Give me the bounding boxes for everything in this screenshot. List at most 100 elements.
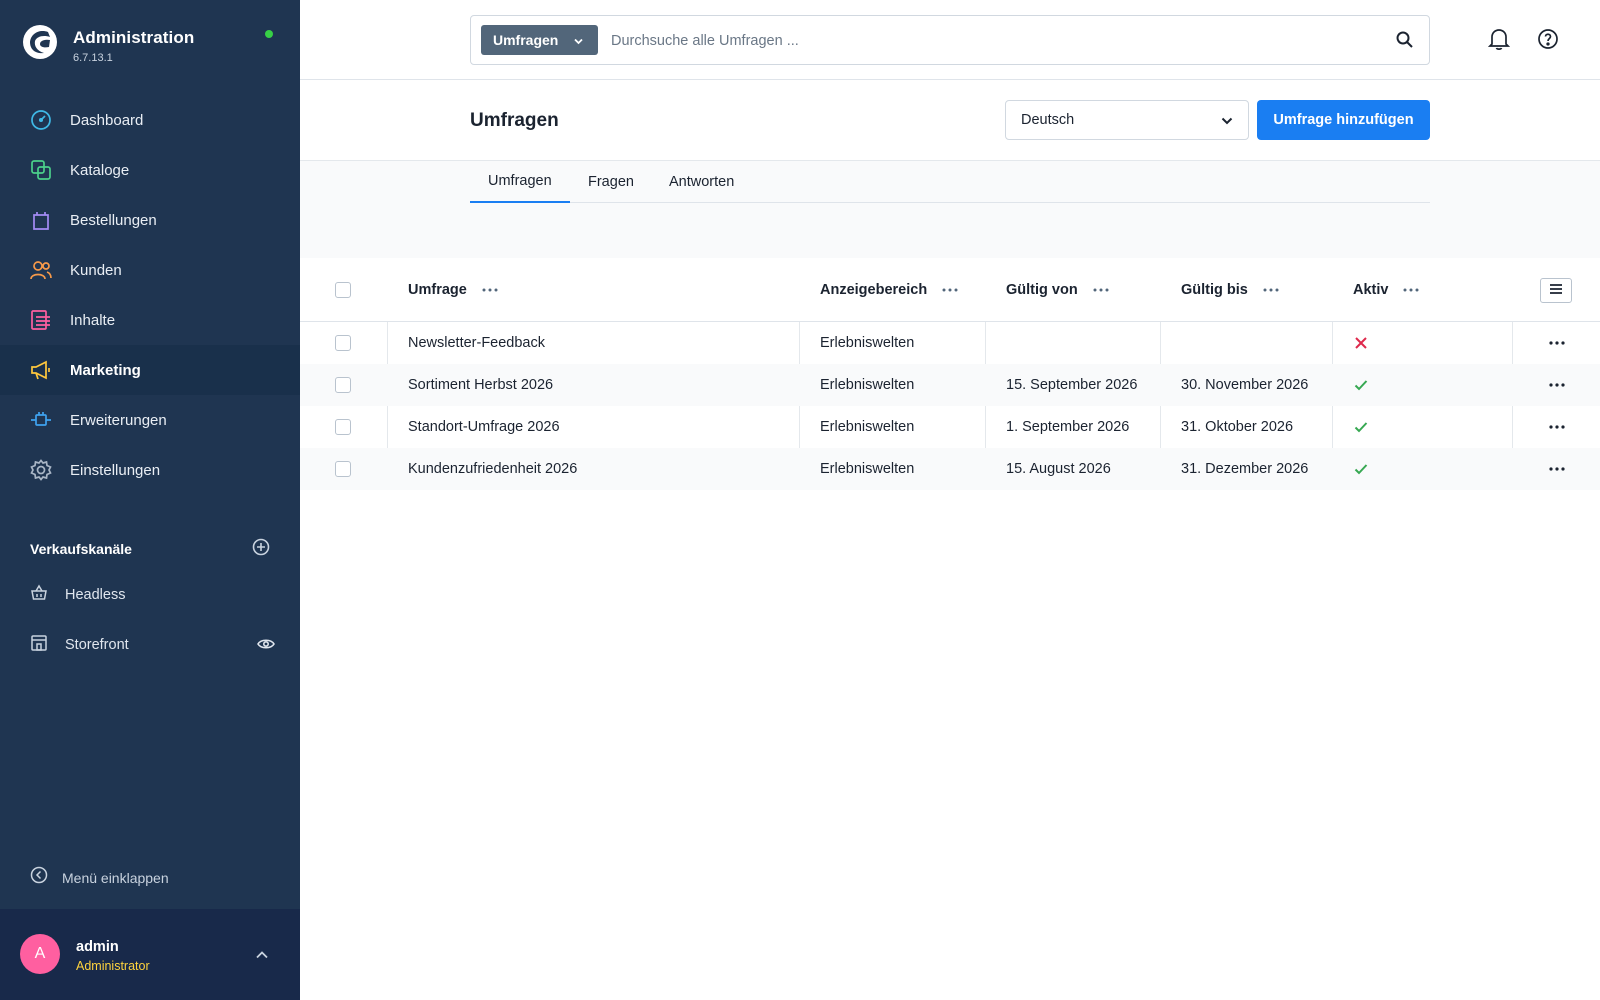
row-actions-icon[interactable] [1549,406,1565,448]
add-survey-button[interactable]: Umfrage hinzufügen [1257,100,1430,140]
tab-bar: Umfragen Fragen Antworten [470,161,1430,203]
table-row[interactable]: Newsletter-Feedback Erlebniswelten [300,322,1600,364]
sidebar-item-label: Inhalte [70,311,116,329]
sidebar-item-label: Dashboard [70,111,144,129]
cell-survey-name[interactable]: Kundenzufriedenheit 2026 [408,448,577,490]
help-icon[interactable] [1537,28,1559,55]
checkmark-icon [1354,406,1368,448]
cell-survey-name[interactable]: Newsletter-Feedback [408,322,545,364]
sales-channel-label: Storefront [65,637,129,653]
cell-display-area: Erlebniswelten [820,419,915,435]
cell-valid-from: 15. August 2026 [1006,461,1111,477]
status-indicator [265,30,273,38]
table-header: Umfrage Anzeigebereich Gültig von Gültig… [300,258,1600,322]
sidebar-item-erweiterungen[interactable]: Erweiterungen [0,395,300,445]
cell-survey-name[interactable]: Sortiment Herbst 2026 [408,364,553,406]
cell-valid-to: 30. November 2026 [1181,377,1309,393]
language-select-value: Deutsch [1021,112,1075,128]
app-title: Administration [73,28,195,47]
customers-icon [30,259,52,281]
cell-survey-name[interactable]: Standort-Umfrage 2026 [408,406,560,448]
column-header-anzeigebereich[interactable]: Anzeigebereich [820,258,958,321]
sidebar-item-dashboard[interactable]: Dashboard [0,95,300,145]
megaphone-icon [30,359,52,381]
more-horizontal-icon[interactable] [1093,288,1109,292]
more-horizontal-icon[interactable] [1263,288,1279,292]
cell-valid-to: 31. Dezember 2026 [1181,461,1309,477]
sidebar-item-einstellungen[interactable]: Einstellungen [0,445,300,495]
select-all-checkbox[interactable] [335,281,351,298]
plug-icon [30,409,52,431]
row-checkbox[interactable] [335,335,351,351]
search-scope-dropdown[interactable]: Umfragen [481,25,598,55]
table-row[interactable]: Sortiment Herbst 2026 Erlebniswelten 15.… [300,364,1600,406]
sales-channel-storefront[interactable]: Storefront [30,633,275,657]
row-checkbox[interactable] [335,419,351,435]
page-header: Umfragen Deutsch Umfrage hinzufügen [300,80,1600,161]
add-sales-channel-icon[interactable] [252,538,270,561]
user-menu[interactable]: A admin Administrator [0,909,300,1000]
collapse-menu-label: Menü einklappen [62,869,169,886]
sidebar-item-label: Marketing [70,361,141,379]
sidebar-item-label: Bestellungen [70,211,157,229]
column-header-label: Gültig von [1006,281,1078,298]
sidebar-item-inhalte[interactable]: Inhalte [0,295,300,345]
chevron-left-circle-icon [30,866,48,889]
column-header-gueltig-bis[interactable]: Gültig bis [1181,258,1279,321]
bell-icon[interactable] [1487,27,1511,56]
more-horizontal-icon[interactable] [482,288,498,292]
cell-valid-from: 1. September 2026 [1006,419,1130,435]
search-icon[interactable] [1395,30,1415,55]
sidebar-item-kataloge[interactable]: Kataloge [0,145,300,195]
dashboard-icon [30,109,52,131]
sales-channel-headless[interactable]: Headless [30,583,275,607]
cell-display-area: Erlebniswelten [820,377,915,393]
tab-antworten[interactable]: Antworten [669,161,734,203]
row-checkbox[interactable] [335,377,351,393]
top-bar: Umfragen [300,0,1600,80]
column-header-umfrage[interactable]: Umfrage [408,258,498,321]
global-search: Umfragen [470,15,1430,65]
search-input[interactable] [611,30,1371,52]
tab-umfragen[interactable]: Umfragen [470,161,570,203]
column-header-label: Anzeigebereich [820,281,928,298]
language-select[interactable]: Deutsch [1005,100,1249,140]
row-actions-icon[interactable] [1549,448,1565,490]
user-role: Administrator [76,959,150,973]
storefront-icon [30,634,48,657]
cell-valid-to: 31. Oktober 2026 [1181,419,1294,435]
page-title: Umfragen [470,110,559,131]
column-header-aktiv[interactable]: Aktiv [1353,258,1419,321]
column-settings-button[interactable] [1540,278,1572,303]
tab-fragen[interactable]: Fragen [588,161,634,203]
sidebar-item-label: Erweiterungen [70,411,167,429]
row-actions-icon[interactable] [1549,322,1565,364]
list-icon [1549,282,1563,300]
row-select-cell [335,364,351,406]
more-horizontal-icon[interactable] [942,288,958,292]
app-version: 6.7.13.1 [73,52,113,64]
main-nav: Dashboard Kataloge Bestellungen Kunden I… [0,95,300,495]
row-actions-icon[interactable] [1549,364,1565,406]
table-row[interactable]: Standort-Umfrage 2026 Erlebniswelten 1. … [300,406,1600,448]
table-row[interactable]: Kundenzufriedenheit 2026 Erlebniswelten … [300,448,1600,490]
column-header-label: Gültig bis [1181,281,1248,298]
chevron-down-icon [573,34,584,50]
column-header-label: Umfrage [408,281,467,298]
collapse-menu-button[interactable]: Menü einklappen [30,866,169,889]
sidebar-item-kunden[interactable]: Kunden [0,245,300,295]
basket-icon [30,584,48,607]
column-header-gueltig-von[interactable]: Gültig von [1006,258,1109,321]
shopping-bag-icon [30,209,52,231]
chevron-down-icon [1220,114,1234,132]
chevron-up-icon[interactable] [255,947,269,965]
cell-valid-from: 15. September 2026 [1006,377,1138,393]
more-horizontal-icon[interactable] [1403,288,1419,292]
sidebar-item-marketing[interactable]: Marketing [0,345,300,395]
row-select-cell [335,448,351,490]
eye-icon[interactable] [257,637,275,656]
row-checkbox[interactable] [335,461,351,477]
checkmark-icon [1354,364,1368,406]
sales-channel-label: Headless [65,587,126,603]
sidebar-item-bestellungen[interactable]: Bestellungen [0,195,300,245]
